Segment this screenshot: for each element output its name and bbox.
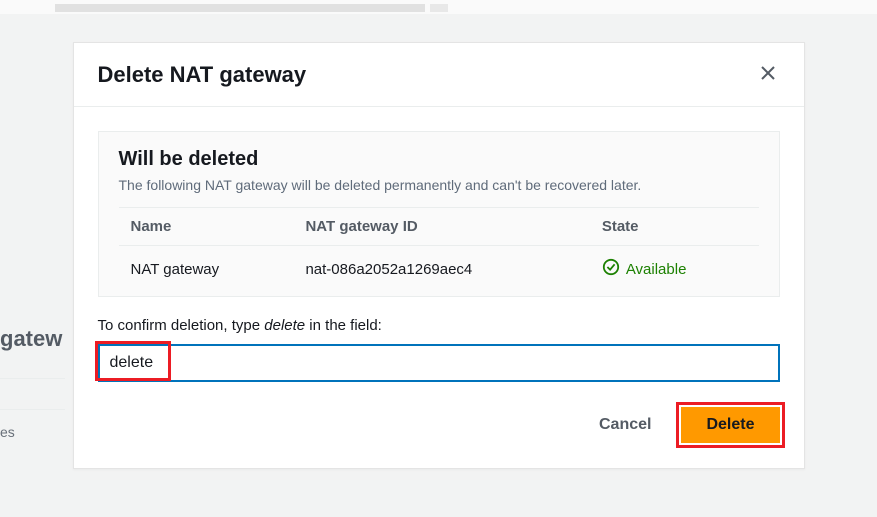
- modal-footer: Cancel Delete: [74, 406, 804, 468]
- column-header-name: Name: [119, 208, 294, 246]
- gateway-table: Name NAT gateway ID State NAT gateway na…: [119, 207, 759, 292]
- confirm-input-wrap: [98, 344, 780, 382]
- check-circle-icon: [602, 258, 620, 280]
- cell-name: NAT gateway: [119, 246, 294, 293]
- modal-body: Will be deleted The following NAT gatewa…: [74, 107, 804, 406]
- cancel-button[interactable]: Cancel: [585, 406, 665, 444]
- close-icon: [760, 65, 776, 84]
- table-header-row: Name NAT gateway ID State: [119, 208, 759, 246]
- info-title: Will be deleted: [119, 148, 759, 171]
- modal-backdrop: Delete NAT gateway Will be deleted The f…: [0, 0, 877, 517]
- info-description: The following NAT gateway will be delete…: [119, 177, 759, 193]
- close-button[interactable]: [756, 61, 780, 88]
- state-label: Available: [626, 261, 687, 278]
- info-box: Will be deleted The following NAT gatewa…: [98, 131, 780, 297]
- column-header-id: NAT gateway ID: [293, 208, 589, 246]
- confirm-keyword: delete: [264, 317, 305, 334]
- confirm-prefix: To confirm deletion, type: [98, 317, 265, 334]
- confirm-input[interactable]: [98, 344, 780, 382]
- cell-state: Available: [590, 246, 759, 293]
- modal-header: Delete NAT gateway: [74, 43, 804, 107]
- delete-button-wrap: Delete: [681, 407, 779, 443]
- column-header-state: State: [590, 208, 759, 246]
- modal-title: Delete NAT gateway: [98, 62, 307, 88]
- cell-id: nat-086a2052a1269aec4: [293, 246, 589, 293]
- table-row: NAT gateway nat-086a2052a1269aec4 Availa…: [119, 246, 759, 293]
- delete-nat-gateway-modal: Delete NAT gateway Will be deleted The f…: [73, 42, 805, 469]
- delete-button[interactable]: Delete: [681, 407, 779, 443]
- confirm-instruction: To confirm deletion, type delete in the …: [98, 317, 780, 334]
- confirm-suffix: in the field:: [305, 317, 382, 334]
